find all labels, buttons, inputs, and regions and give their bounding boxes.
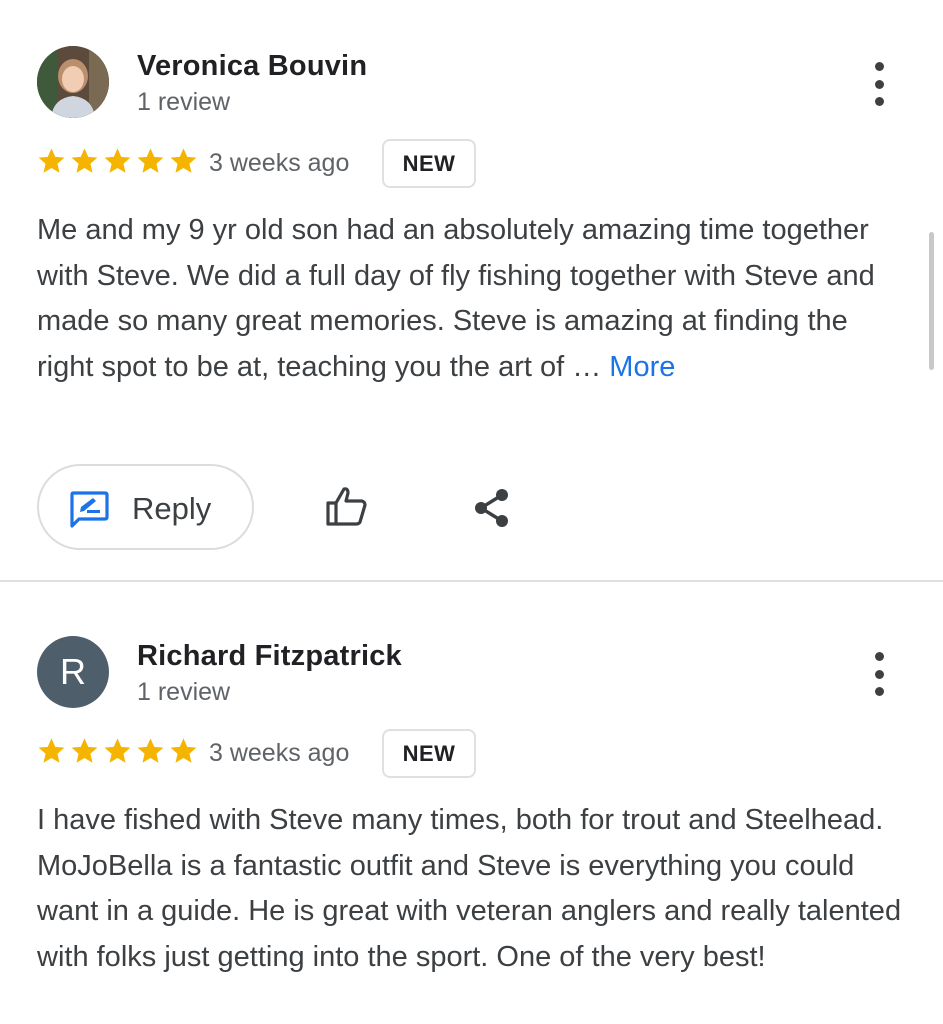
star-icon bbox=[137, 148, 164, 173]
new-badge: NEW bbox=[382, 729, 476, 778]
more-vert-icon bbox=[874, 652, 884, 661]
avatar-letter: R bbox=[60, 651, 86, 692]
review-text-body: I have fished with Steve many times, bot… bbox=[37, 804, 902, 973]
reviewer-photo bbox=[37, 46, 109, 118]
more-options-button[interactable] bbox=[866, 652, 892, 696]
reply-button[interactable]: Reply bbox=[37, 464, 254, 550]
more-link[interactable]: More bbox=[609, 351, 675, 383]
review-divider bbox=[0, 580, 943, 582]
star-rating bbox=[36, 146, 199, 180]
review-text: Me and my 9 yr old son had an absolutely… bbox=[37, 208, 907, 390]
star-icon bbox=[71, 148, 98, 173]
more-vert-icon-dot bbox=[874, 79, 884, 89]
star-icon bbox=[104, 738, 131, 763]
reviewer-review-count: 1 review bbox=[137, 678, 231, 706]
more-vert-icon-dot bbox=[874, 97, 884, 106]
review-time: 3 weeks ago bbox=[209, 149, 350, 177]
more-vert-icon bbox=[874, 62, 884, 71]
review-text-body: Me and my 9 yr old son had an absolutely… bbox=[37, 214, 875, 383]
rate-review-icon bbox=[70, 491, 109, 528]
reviewer-review-count: 1 review bbox=[137, 88, 231, 116]
more-vert-icon-dot bbox=[874, 669, 884, 679]
star-icon bbox=[170, 738, 197, 763]
reviewer-avatar[interactable] bbox=[37, 46, 109, 118]
scrollbar[interactable] bbox=[929, 232, 934, 370]
review-time: 3 weeks ago bbox=[209, 739, 350, 767]
reviewer-avatar[interactable]: R bbox=[37, 636, 109, 708]
more-vert-icon-dot bbox=[874, 687, 884, 696]
star-icon bbox=[104, 148, 131, 173]
review-text: I have fished with Steve many times, bot… bbox=[37, 798, 907, 980]
more-options-button[interactable] bbox=[866, 62, 892, 106]
review-actions: Reply bbox=[37, 464, 907, 550]
star-icon bbox=[71, 738, 98, 763]
thumb-up-icon[interactable] bbox=[325, 484, 369, 528]
star-icon bbox=[170, 148, 197, 173]
star-icon bbox=[38, 738, 65, 763]
reviewer-name[interactable]: Veronica Bouvin bbox=[137, 50, 367, 83]
new-badge: NEW bbox=[382, 139, 476, 188]
reviewer-name[interactable]: Richard Fitzpatrick bbox=[137, 640, 402, 673]
star-icon bbox=[137, 738, 164, 763]
share-icon[interactable] bbox=[471, 487, 513, 529]
star-icon bbox=[38, 148, 65, 173]
reply-label: Reply bbox=[132, 491, 212, 526]
star-rating bbox=[36, 736, 199, 770]
